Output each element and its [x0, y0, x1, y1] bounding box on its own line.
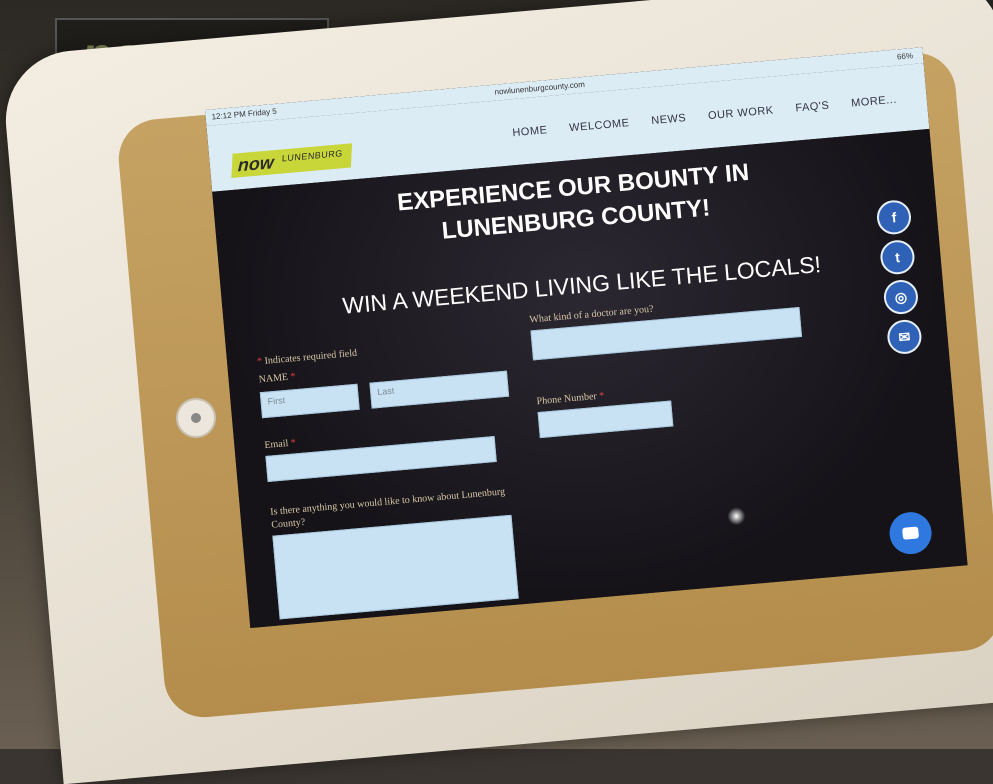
email-icon[interactable]: ✉: [886, 318, 923, 356]
phone-label-text: Phone Number: [536, 390, 598, 408]
main-nav: HOME WELCOME NEWS OUR WORK FAQ'S MORE...: [512, 94, 897, 140]
nav-more[interactable]: MORE...: [851, 94, 898, 110]
required-note: * Indicates required field: [256, 347, 358, 368]
first-name-input[interactable]: First: [259, 383, 360, 419]
phone-field[interactable]: [537, 400, 674, 439]
instagram-icon[interactable]: ◎: [882, 278, 920, 316]
chat-button[interactable]: [887, 510, 934, 556]
tablet-home-button[interactable]: [176, 398, 216, 438]
logo-name-text: LUNENBURG: [281, 148, 343, 164]
tablet-screen: 12:12 PM Friday 5 nowlunenburgcounty.com…: [205, 47, 968, 629]
email-label-text: Email: [263, 438, 289, 452]
phone-label: Phone Number *: [536, 390, 605, 408]
site-logo[interactable]: now LUNENBURG: [231, 143, 353, 178]
email-label: Email *: [263, 437, 297, 452]
hero-section: EXPERIENCE OUR BOUNTY IN LUNENBURG COUNT…: [212, 128, 968, 629]
question-textarea[interactable]: [272, 514, 519, 620]
nav-welcome[interactable]: WELCOME: [569, 117, 630, 134]
logo-now-text: now: [237, 152, 275, 176]
nav-news[interactable]: NEWS: [651, 112, 687, 127]
home-button-dot: [191, 413, 201, 423]
chat-icon: [902, 526, 920, 540]
social-links: f t ◎ ✉: [875, 198, 923, 356]
screen-glare: [726, 506, 747, 526]
facebook-icon[interactable]: f: [875, 198, 913, 236]
nav-faqs[interactable]: FAQ'S: [795, 100, 830, 115]
status-time: 12:12 PM Friday 5: [211, 106, 278, 122]
required-note-text: Indicates required field: [264, 347, 358, 367]
name-label-text: NAME: [258, 371, 289, 386]
nav-home[interactable]: HOME: [512, 124, 548, 139]
battery-indicator: 66%: [896, 51, 914, 62]
email-field[interactable]: [265, 436, 497, 482]
last-name-input[interactable]: Last: [369, 370, 510, 409]
nav-our-work[interactable]: OUR WORK: [708, 104, 775, 122]
twitter-icon[interactable]: t: [879, 238, 916, 276]
name-label: NAME *: [258, 371, 297, 386]
